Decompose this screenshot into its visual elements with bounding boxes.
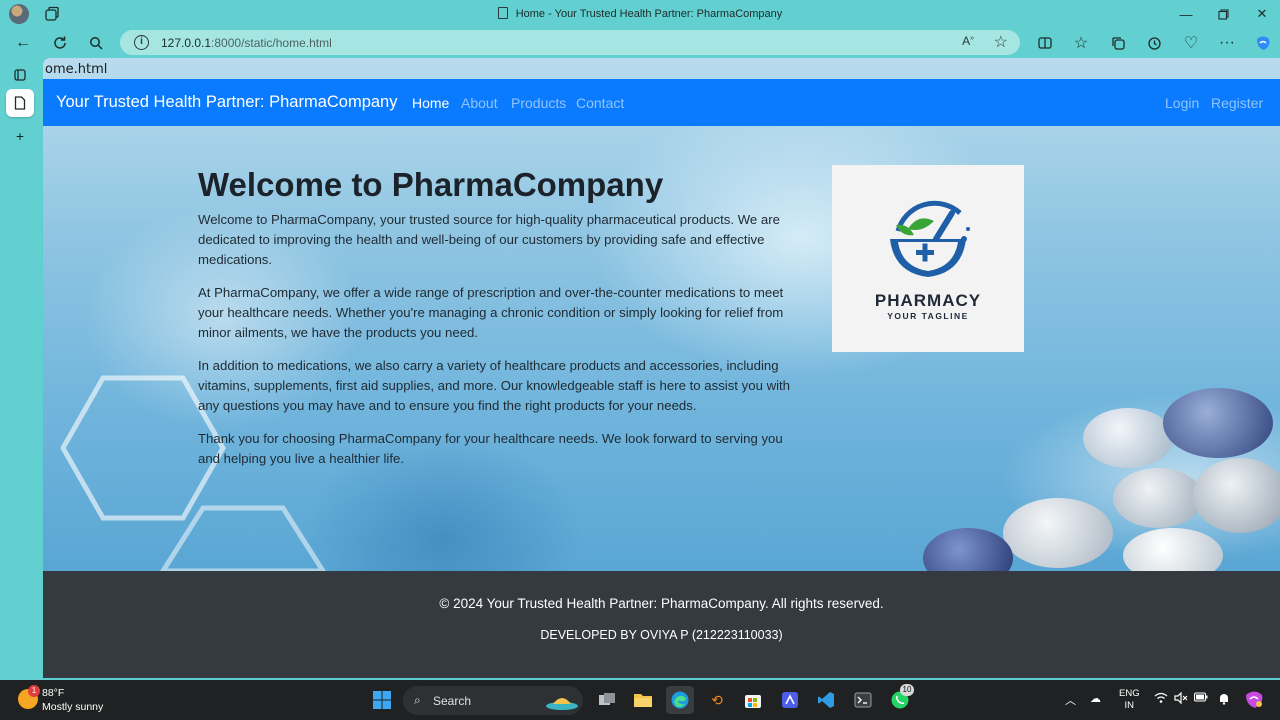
nav-link-contact[interactable]: Contact [576,95,624,111]
minimize-button[interactable]: — [1171,4,1201,24]
refresh-icon[interactable] [49,32,71,54]
windows-start-icon[interactable] [368,686,396,714]
browser-essentials-icon[interactable]: ♡ [1180,32,1202,54]
thanks-paragraph: Thank you for choosing PharmaCompany for… [198,431,783,466]
active-tab-page-icon[interactable] [6,89,34,117]
onedrive-cloud-icon[interactable]: ☁ [1090,692,1101,705]
site-navbar: Your Trusted Health Partner: PharmaCompa… [43,79,1280,126]
power-automate-icon[interactable] [776,686,804,714]
vscode-icon[interactable] [812,686,840,714]
task-view-icon[interactable] [593,686,621,714]
split-screen-icon[interactable] [1034,32,1056,54]
search-icon[interactable] [85,32,107,54]
windows-taskbar: 1 88°F Mostly sunny ⌕ Search ⟲ 10 ︿ ☁ EN… [0,680,1280,720]
edge-browser-icon[interactable] [666,686,694,714]
address-bar[interactable]: i 127.0.0.1:8000/static/home.html A» ☆ [120,30,1020,55]
browser-toolbar: ← i 127.0.0.1:8000/static/home.html A» ☆… [0,28,1280,58]
weather-temperature: 88°F [42,687,65,699]
page-viewport: ome.html Your Trusted Health Partner: Ph… [43,58,1280,678]
page-title: Welcome to PharmaCompany [198,166,664,203]
taskbar-search-label: Search [433,694,472,708]
window-title: Home - Your Trusted Health Partner: Phar… [0,7,1280,20]
search-highlight-icon [546,698,578,710]
mortar-pestle-icon [890,200,970,277]
browser-titlebar: Home - Your Trusted Health Partner: Phar… [0,0,1280,28]
nav-link-about[interactable]: About [461,95,498,111]
notification-bell-icon[interactable] [1218,692,1230,708]
site-footer: © 2024 Your Trusted Health Partner: Phar… [43,571,1280,678]
wifi-icon[interactable] [1154,692,1168,707]
back-arrow-icon[interactable]: ← [12,32,34,54]
pill-decoration [1193,458,1280,533]
taskbar-search-box[interactable]: ⌕ Search [403,686,583,715]
site-info-icon[interactable]: i [134,35,149,50]
app-swirl-icon[interactable]: ⟲ [703,686,731,714]
nav-link-products[interactable]: Products [511,95,566,111]
intro-paragraph: Welcome to PharmaCompany, your trusted s… [198,212,780,267]
url-host: 127.0.0.1 [161,36,212,50]
footer-developer-credit: DEVELOPED BY OVIYA P (212223110033) [540,628,783,642]
battery-icon[interactable] [1193,692,1208,705]
read-aloud-icon[interactable]: A» [962,34,974,48]
pill-decoration [1163,388,1273,458]
show-hidden-icons-chevron-icon[interactable]: ︿ [1065,692,1076,708]
copilot-icon[interactable] [1252,32,1274,54]
nav-link-home[interactable]: Home [412,95,449,111]
url-path: :8000/static/home.html [211,36,332,50]
products-paragraph: In addition to medications, we also carr… [198,358,791,413]
terminal-icon[interactable] [849,686,877,714]
page-filename-label: ome.html [45,62,108,77]
logo-wordmark: PHARMACY [874,291,982,310]
maximize-button[interactable] [1208,4,1238,24]
pharmacy-logo-image: PHARMACY YOUR TAGLINE [832,165,1024,352]
new-tab-plus-icon[interactable]: + [6,122,34,150]
browser-sidebar: + [0,58,42,680]
nav-link-login[interactable]: Login [1165,95,1199,111]
more-menu-icon[interactable]: ··· [1216,32,1238,54]
footer-copyright: © 2024 Your Trusted Health Partner: Phar… [439,596,884,611]
copilot-taskbar-icon[interactable] [1243,688,1265,713]
region-code: IN [1124,700,1135,711]
history-icon[interactable] [1143,32,1165,54]
restore-icon [1217,8,1229,20]
language-indicator[interactable]: ENG IN [1119,688,1140,712]
whatsapp-icon[interactable]: 10 [886,684,914,714]
microsoft-store-icon[interactable] [739,686,767,714]
weather-badge: 1 [28,685,40,697]
navbar-brand[interactable]: Your Trusted Health Partner: PharmaCompa… [56,93,397,112]
page-icon [497,7,508,19]
tab-list-icon[interactable] [6,61,34,89]
url-text[interactable]: 127.0.0.1:8000/static/home.html [161,36,332,50]
favorite-star-icon[interactable]: ☆ [994,32,1008,52]
language-code: ENG [1119,688,1140,699]
weather-condition: Mostly sunny [42,701,104,713]
logo-tagline: YOUR TAGLINE [887,311,969,321]
hero-content: Welcome to PharmaCompany Welcome to Phar… [198,166,803,482]
favorites-icon[interactable]: ☆ [1070,32,1092,54]
file-explorer-icon[interactable] [629,686,657,714]
pill-decoration [1113,468,1203,528]
pill-decoration [1003,498,1113,568]
nav-link-register[interactable]: Register [1211,95,1263,111]
pill-decoration [1083,408,1173,468]
volume-muted-icon[interactable] [1174,691,1188,707]
collections-icon[interactable] [1107,32,1129,54]
window-title-text: Home - Your Trusted Health Partner: Phar… [515,8,783,20]
search-glass-icon: ⌕ [414,693,421,707]
offer-paragraph: At PharmaCompany, we offer a wide range … [198,285,784,340]
close-window-button[interactable]: ✕ [1247,4,1277,24]
whatsapp-badge: 10 [900,684,914,696]
